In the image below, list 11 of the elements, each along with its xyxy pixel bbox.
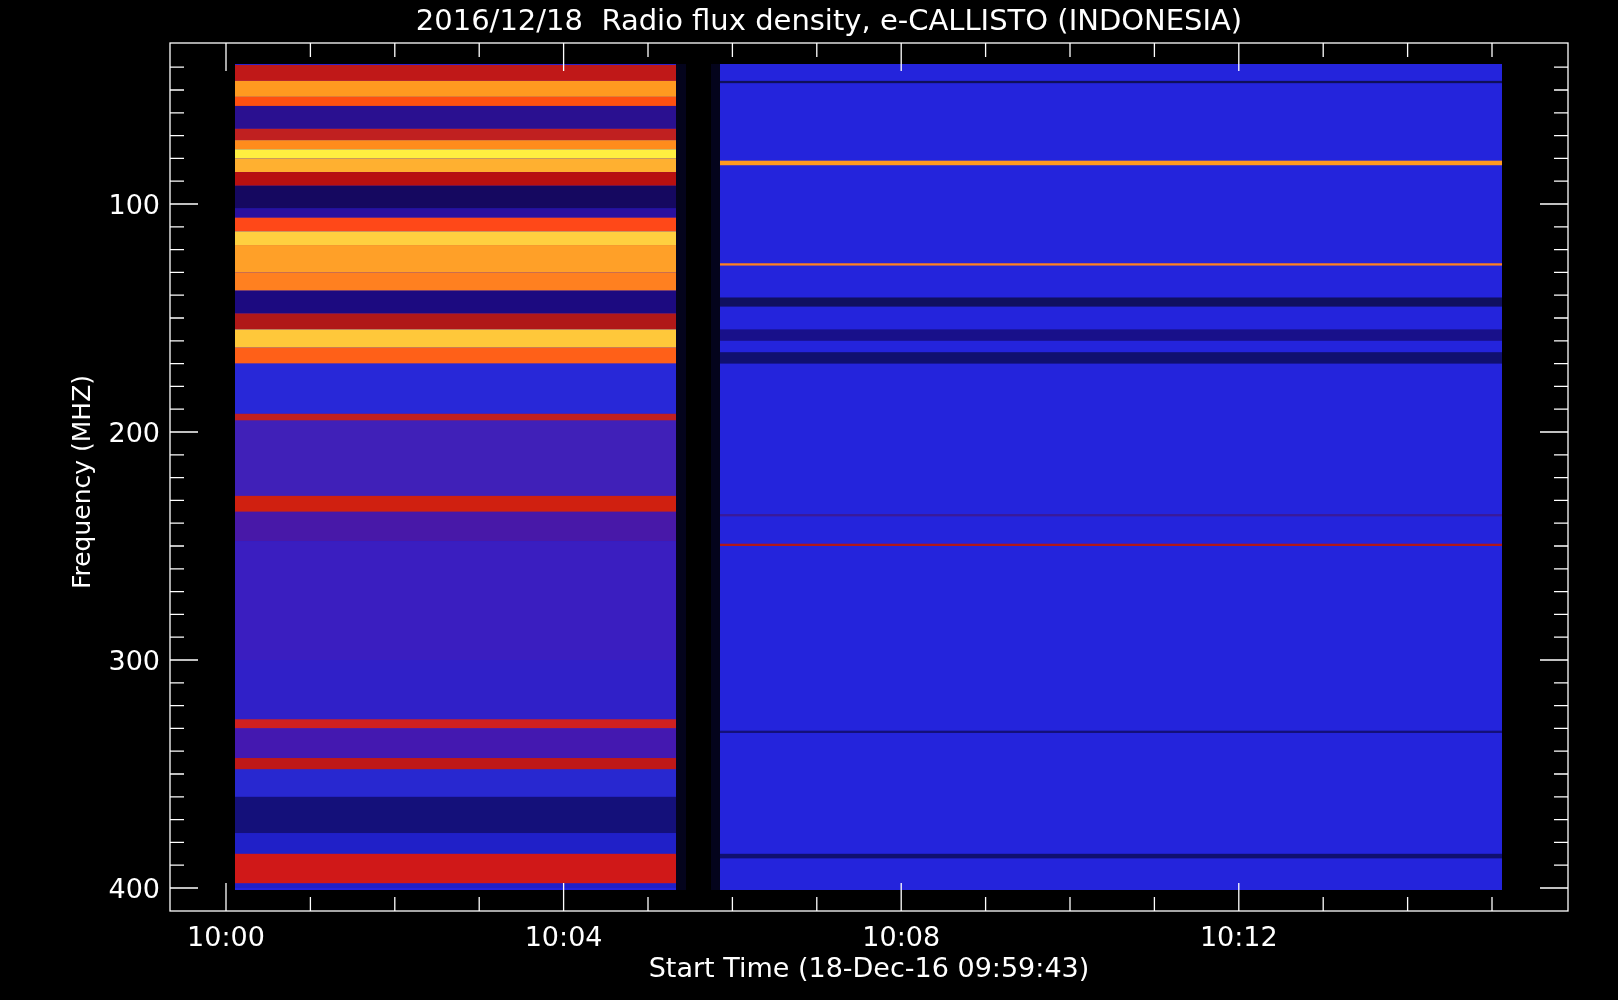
y-tick-label: 100 [108, 189, 160, 220]
y-tick-label: 400 [108, 873, 160, 904]
y-tick-label: 200 [108, 417, 160, 448]
x-tick-label: 10:08 [862, 921, 941, 952]
y-axis-label: Frequency (MHZ) [67, 374, 96, 590]
x-tick-label: 10:12 [1199, 921, 1278, 952]
chart-title: 2016/12/18 Radio flux density, e-CALLISTO (INDONESIA) [415, 2, 1243, 39]
x-tick-label: 10:04 [524, 921, 603, 952]
x-tick-label: 10:00 [187, 921, 265, 952]
x-axis-label: Start Time (18-Dec-16 09:59:43) [648, 952, 1090, 983]
y-tick-label: 300 [108, 645, 160, 676]
